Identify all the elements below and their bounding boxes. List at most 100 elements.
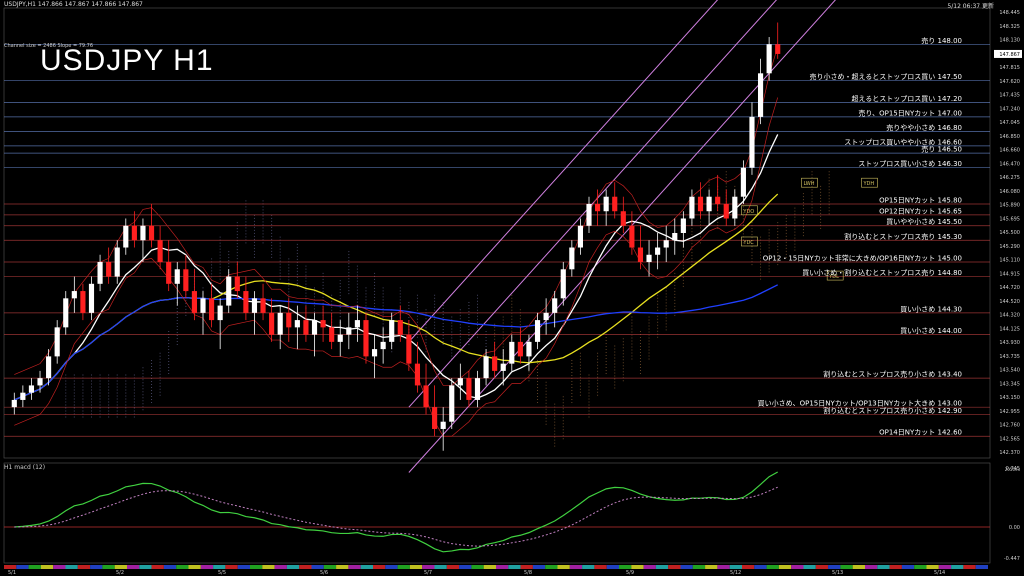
ma-white [14,134,779,401]
candle-body [303,320,309,335]
date-strip-segment [299,565,312,569]
candle-body [114,247,120,277]
date-strip-segment [323,565,337,569]
candle-body [620,211,626,226]
date-strip-segment [865,565,878,569]
price-tick: 147.240 [999,106,1020,112]
candle-body [432,407,438,429]
indicator-lines-layer [14,46,779,437]
price-tick: 146.660 [999,148,1020,154]
candle-body [251,298,258,313]
date-strip-segment [594,565,607,569]
box-labels-layer: LWHYDHYDOYDCYDLWO [741,177,878,281]
date-strip-segment [766,565,779,569]
grid-layer [3,7,991,564]
candle-body [363,320,369,357]
date-strip-segment [127,565,140,569]
date-strip-segment [815,565,829,569]
price-tick: 144.125 [999,326,1020,332]
candle-body [200,298,206,313]
candle-body [680,218,686,233]
level-label: 割り込むとストップロス売り小さめ 143.40 [823,370,962,379]
candle-body [88,283,95,313]
price-tick: 147.435 [999,93,1020,99]
candle-body [406,334,412,364]
candle-body [28,385,35,393]
price-tick: 145.500 [999,230,1020,236]
date-label: 5/7 [424,570,432,576]
date-strip-segment [877,565,890,569]
price-tick: 142.760 [999,423,1020,429]
candle-body [260,298,266,313]
date-strip-segment [606,565,619,569]
candle-body [775,44,781,54]
candle-body [174,269,180,284]
candle-body [474,378,481,400]
date-strip-segment [963,565,976,569]
date-strip-segment [397,565,410,569]
candle-body [612,196,618,212]
candle-body [517,341,523,357]
candle-body [560,269,566,299]
date-strip-segment [40,565,54,569]
date-strip-segment [459,565,472,569]
candle-body [269,312,275,335]
channel-line [408,0,719,343]
candle-body [483,356,489,379]
date-strip-segment [532,565,546,569]
date-strip-segment [668,565,681,569]
date-strip-segment [692,565,706,569]
candles-layer [11,22,781,451]
date-strip-segment [840,565,853,569]
price-tick: 144.915 [999,271,1020,277]
candle-body [577,225,583,248]
price-tick: 148.325 [999,24,1020,30]
date-label: 5/1 [8,570,16,576]
candle-body [71,291,77,299]
price-tick: 147.620 [999,79,1020,85]
date-strip-segment [311,565,324,569]
date-strip-segment [914,565,927,569]
date-strip-segment [16,565,29,569]
price-tick: 143.930 [999,340,1020,346]
candle-body [11,399,17,408]
candle-body [140,225,146,241]
macd-signal-line [14,486,778,547]
date-label: 5/2 [116,570,124,576]
date-strip-segment [65,565,78,569]
date-strip-segment [951,565,964,569]
level-label: 売り 146.50 [921,145,962,154]
date-strip-segment [545,565,558,569]
date-strip-segment [102,565,115,569]
date-strip-segment [250,565,263,569]
candle-body [732,196,738,219]
price-axis-layer: 148.445 148.325 148.130 147.867 147.815 147.6… [994,10,1022,456]
candle-body [346,327,352,335]
price-tick: 143.345 [999,381,1020,387]
date-strip-segment [889,565,902,569]
date-strip-segment [446,565,460,569]
date-strip-segment [360,565,373,569]
macd-right-value: 205693 [1005,467,1021,472]
date-strip-segment [828,565,841,569]
level-label: 割り込むとストップロス売り 145.30 [844,232,962,241]
candle-body [646,254,652,263]
macd-frame [3,462,991,564]
current-price-label: 147.867 [999,52,1020,58]
box-label-ydc: YDC [742,240,754,246]
candle-body [234,276,240,292]
date-strip-segment [631,565,644,569]
level-label: 買いやや小さめ 145.50 [886,217,962,226]
macd-main-line [14,471,778,553]
candle-body [457,378,463,386]
candle-body [106,262,112,277]
date-strip-segment [385,565,398,569]
date-strip-segment [90,565,103,569]
candle-body [723,203,729,219]
level-label: 売り小さめ・超えるとストップロス買い 147.50 [809,72,962,81]
ma-blue [14,284,779,401]
macd-tick: 0.00 [1009,525,1020,531]
date-strip-segment [4,565,17,569]
candle-body [509,341,515,364]
candle-body [311,320,318,335]
